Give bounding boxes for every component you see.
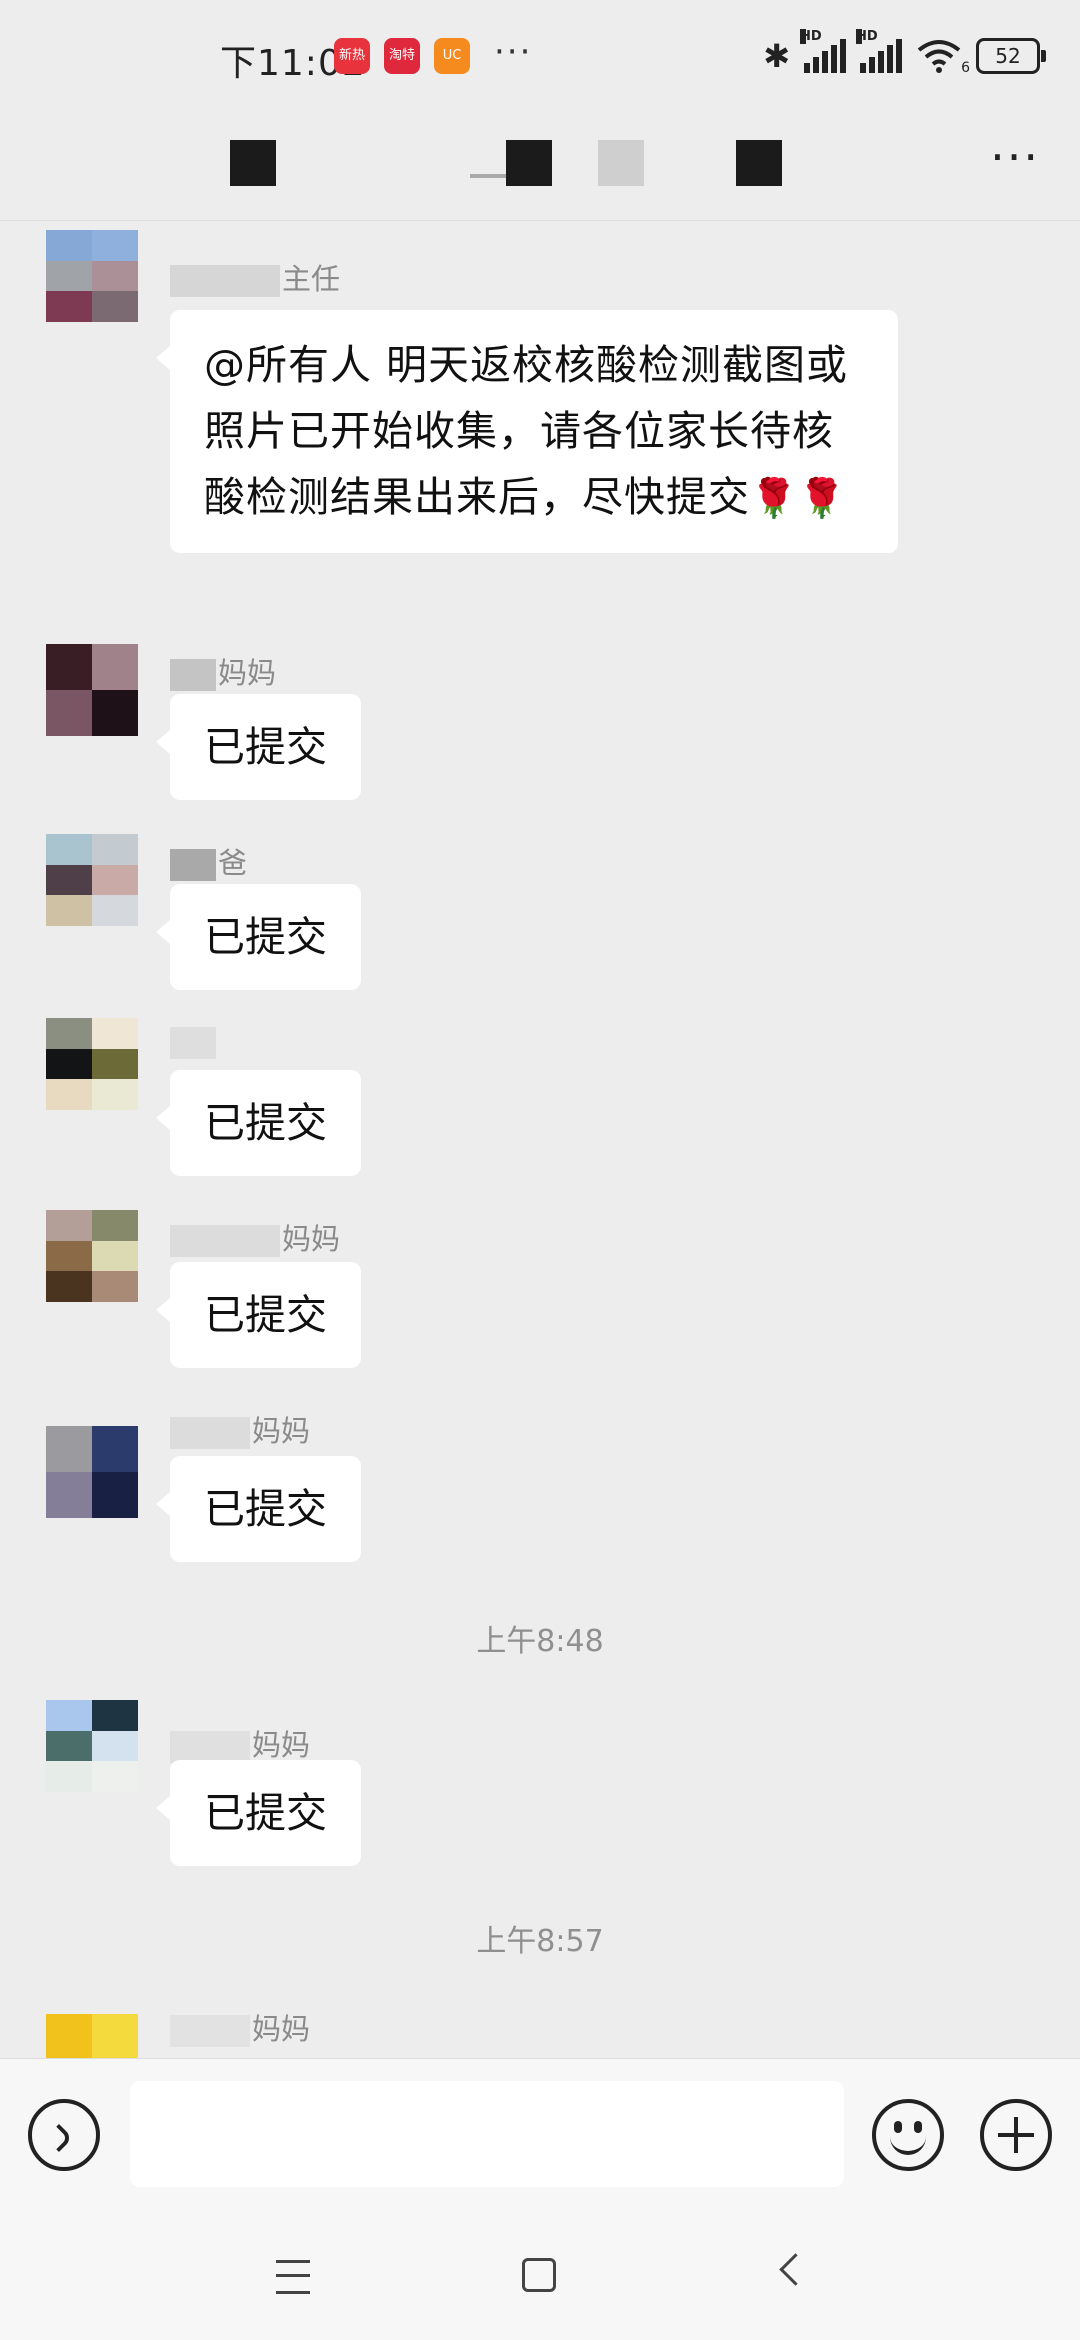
avatar[interactable] [46,2014,138,2060]
message-input[interactable] [130,2081,844,2187]
avatar[interactable] [46,230,138,322]
sender-name: 妈妈 [170,2006,310,2048]
message-bubble[interactable]: 已提交 [156,694,361,800]
avatar[interactable] [46,1426,138,1518]
voice-input-button[interactable] [28,2099,100,2171]
signal-icon-1: HD [800,29,846,73]
sender-name: 爸 [170,840,247,882]
chat-more-button[interactable]: ··· [990,130,1040,184]
news-app-badge-icon: 新热 [334,38,370,74]
home-icon[interactable] [522,2258,556,2292]
message-bubble[interactable]: 已提交 [156,884,361,990]
message-bubble[interactable]: 已提交 [156,1262,361,1368]
recent-apps-icon[interactable] [276,2260,310,2294]
wifi-icon: 6 [916,38,970,76]
battery-icon: 52 [976,38,1046,74]
uc-app-badge-icon: UC [434,38,470,74]
signal-icon-2: HD [856,29,902,73]
avatar[interactable] [46,1210,138,1302]
avatar[interactable] [46,644,138,736]
system-navigation-bar [0,2208,1080,2340]
back-icon[interactable] [779,2253,812,2286]
taote-app-badge-icon: 淘特 [384,38,420,74]
message-bubble[interactable]: @所有人 明天返校核酸检测截图或照片已开始收集，请各位家长待核酸检测结果出来后，… [156,310,898,553]
avatar[interactable] [46,1018,138,1110]
sender-name: 主任 [170,256,340,298]
chat-message-list[interactable]: 主任 @所有人 明天返校核酸检测截图或照片已开始收集，请各位家长待核酸检测结果出… [0,220,1080,2060]
bluetooth-icon: ✱ [763,37,790,75]
sender-name: 妈妈 [170,650,276,692]
sender-name: 妈妈 [170,1408,310,1450]
sender-name [170,1024,218,1059]
message-input-bar [0,2058,1080,2209]
message-timestamp: 上午8:57 [476,1924,604,1959]
more-notifications-icon: ··· [494,32,533,72]
avatar[interactable] [46,1700,138,1792]
avatar[interactable] [46,834,138,926]
sender-name: 妈妈 [170,1722,310,1764]
status-bar: 下11:02 新热 淘特 UC ··· ✱ HD HD 6 52 [0,0,1080,110]
status-icons: ✱ HD HD 6 52 [763,29,1046,78]
message-bubble[interactable]: 已提交 [156,1070,361,1176]
more-functions-button[interactable] [980,2099,1052,2171]
message-bubble[interactable]: 已提交 [156,1456,361,1562]
message-timestamp: 上午8:48 [476,1624,604,1659]
sender-name: 妈妈 [170,1216,340,1258]
emoji-button[interactable] [872,2099,944,2171]
message-bubble[interactable]: 已提交 [156,1760,361,1866]
chat-title-bar: ··· [0,110,1080,221]
